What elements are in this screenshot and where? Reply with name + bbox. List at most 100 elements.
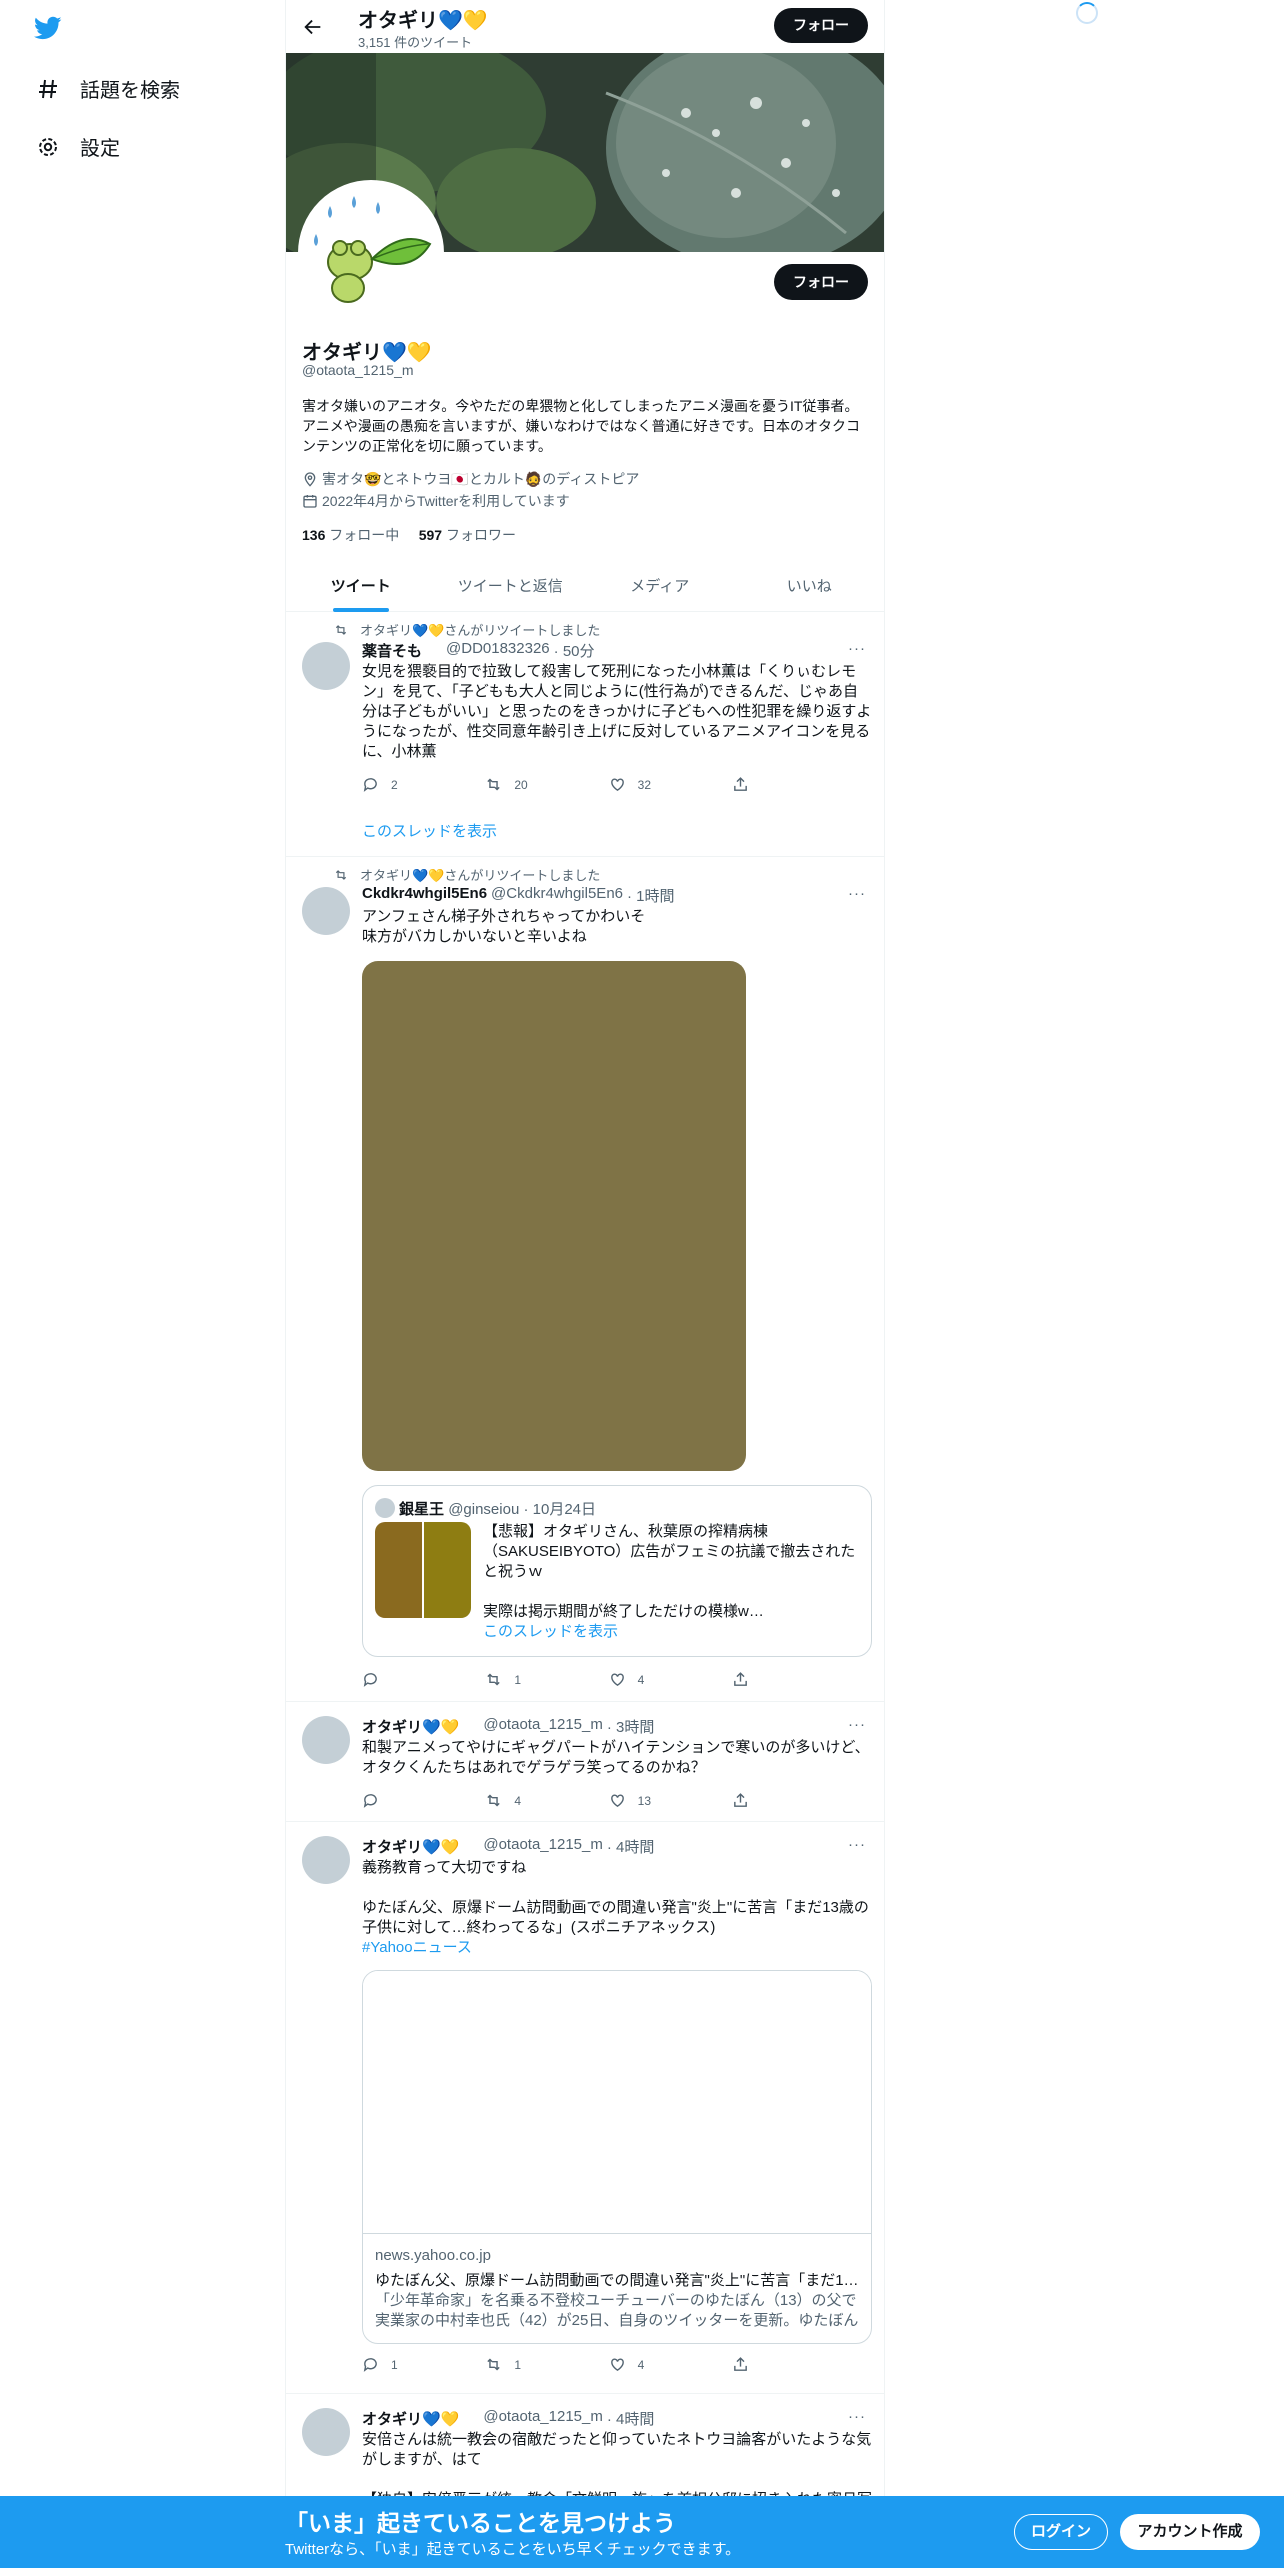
create-account-button[interactable]: アカウント作成 <box>1120 2514 1260 2550</box>
hashtag-icon <box>39 79 57 98</box>
tweet-author-name[interactable]: オタギリ💙💛 <box>362 2408 459 2429</box>
reply-icon <box>363 1673 377 1687</box>
like-button[interactable]: 32 <box>609 776 669 793</box>
back-arrow-icon[interactable] <box>302 16 324 38</box>
retweet-icon <box>487 1794 500 1807</box>
profile-avatar[interactable] <box>298 180 444 326</box>
reply-button[interactable] <box>362 1792 422 1809</box>
tweet-actions: 2 20 32 <box>362 776 792 793</box>
tweet-time[interactable]: · 3時間 <box>607 1716 655 1737</box>
tweet-text: アンフェさん梯子外されちゃってかわいそ 味方がバカしかいないと辛いよね <box>362 908 646 945</box>
share-icon <box>734 1672 747 1686</box>
more-icon[interactable]: ··· <box>848 1836 866 1853</box>
reply-button[interactable]: 1 <box>362 2356 422 2373</box>
tweet[interactable]: オタギリ💙💛 @otaota_1215_m · 3時間 ··· 和製アニメってや… <box>286 1702 884 1822</box>
retweet-button[interactable]: 20 <box>485 776 545 793</box>
quote-show-thread-link[interactable]: このスレッドを表示 <box>483 1622 863 1642</box>
profile-column: オタギリ💙💛 3,151 件のツイート フォロー フォロー オタギリ💙💛 @ot… <box>285 0 885 2568</box>
show-thread-link[interactable]: このスレッドを表示 <box>362 820 497 841</box>
quoted-tweet[interactable]: 銀星王 @ginseiou · 10月24日 【悲報】オタギリさん、秋葉原の搾精… <box>362 1485 872 1657</box>
gear-icon <box>39 137 57 156</box>
twitter-logo-icon[interactable] <box>32 14 64 42</box>
link-card-description: 「少年革命家」を名乗る不登校ユーチューバーのゆたぼん（13）の父で実業家の中村幸… <box>375 2292 859 2329</box>
tweet-time[interactable]: · 50分 <box>554 640 595 661</box>
profile-tabs: ツイート ツイートと返信 メディア いいね <box>286 559 884 612</box>
avatar[interactable] <box>302 1716 350 1764</box>
tweet[interactable]: オタギリ💙💛さんがリツイートしました 薬音そも @DD01832326 · 50… <box>286 612 884 857</box>
tweet-author-handle[interactable]: @otaota_1215_m <box>483 1836 602 1857</box>
tweet-time[interactable]: · 1時間 <box>627 885 675 906</box>
tweet-hashtag[interactable]: #Yahooニュース <box>362 1938 872 1958</box>
tab-tweets-and-replies[interactable]: ツイートと返信 <box>436 559 586 611</box>
profile-follow-button[interactable]: フォロー <box>774 264 868 300</box>
tweet-time[interactable]: · 4時間 <box>607 1836 655 1857</box>
avatar[interactable] <box>302 1836 350 1884</box>
tweet-author-name[interactable]: オタギリ💙💛 <box>362 1716 459 1737</box>
like-count: 4 <box>637 2357 645 2372</box>
tweet-actions: 1 4 <box>362 1671 792 1688</box>
profile-joined: 2022年4月からTwitterを利用しています <box>302 491 570 511</box>
more-icon[interactable]: ··· <box>848 2408 866 2425</box>
tweet[interactable]: オタギリ💙💛 @otaota_1215_m · 4時間 ··· 義務教育って大切… <box>286 1822 884 2394</box>
calendar-icon <box>303 495 317 508</box>
tweet-text-line: 義務教育って大切ですね <box>362 1859 527 1876</box>
tweet-text: 義務教育って大切ですね ゆたぼん父、原爆ドーム訪問動画での間違い発言"炎上"に苦… <box>362 1858 872 1958</box>
link-card-title: ゆたぼん父、原爆ドーム訪問動画での間違い発言"炎上"に苦言「まだ13歳の子供に対… <box>375 2272 861 2289</box>
tab-tweets[interactable]: ツイート <box>286 559 436 611</box>
login-button[interactable]: ログイン <box>1014 2514 1108 2550</box>
retweet-button[interactable]: 4 <box>485 1792 545 1809</box>
profile-follow-stats: 136 フォロー中 597 フォロワー <box>302 525 516 545</box>
avatar[interactable] <box>302 2408 350 2456</box>
tab-likes[interactable]: いいね <box>735 559 885 611</box>
tweet-author-name[interactable]: Ckdkr4whgil5En6 <box>362 885 487 906</box>
reply-button[interactable] <box>362 1671 422 1688</box>
reply-count: 2 <box>391 777 398 792</box>
signup-prompt-bar: 「いま」起きていることを見つけよう Twitterなら、「いま」起きていることを… <box>0 2496 1284 2568</box>
reply-icon <box>363 778 377 792</box>
profile-bio: 害オタ嫌いのアニオタ。今やただの卑猥物と化してしまったアニメ漫画を憂うIT従事者… <box>302 398 861 454</box>
share-button[interactable] <box>732 776 792 793</box>
avatar[interactable] <box>302 642 350 690</box>
like-button[interactable]: 13 <box>609 1792 669 1809</box>
tweet-author-handle[interactable]: @otaota_1215_m <box>483 1716 602 1737</box>
profile-joined-text: 2022年4月からTwitterを利用しています <box>322 493 570 509</box>
like-button[interactable]: 4 <box>609 1671 669 1688</box>
tweet-author-name[interactable]: 薬音そも <box>362 640 422 661</box>
avatar[interactable] <box>302 887 350 935</box>
share-button[interactable] <box>732 1671 792 1688</box>
frog-avatar-image <box>302 184 440 322</box>
share-button[interactable] <box>732 2356 792 2373</box>
tweet-header: Ckdkr4whgil5En6 @Ckdkr4whgil5En6 · 1時間 <box>362 885 675 906</box>
tweet-header: 薬音そも @DD01832326 · 50分 <box>362 640 595 661</box>
more-icon[interactable]: ··· <box>848 1716 866 1733</box>
tweet-time[interactable]: · 4時間 <box>607 2408 655 2429</box>
like-button[interactable]: 4 <box>609 2356 669 2373</box>
quote-author-handle: @ginseiou <box>448 1501 520 1518</box>
following-link[interactable]: 136 フォロー中 <box>302 527 399 543</box>
header-name: オタギリ💙💛 <box>358 10 488 32</box>
share-button[interactable] <box>732 1792 792 1809</box>
tweet-header: オタギリ💙💛 @otaota_1215_m · 4時間 <box>362 2408 654 2429</box>
tweet[interactable]: オタギリ💙💛さんがリツイートしました Ckdkr4whgil5En6 @Ckdk… <box>286 857 884 1702</box>
tweet-media-image[interactable] <box>362 961 746 1471</box>
reply-count: 1 <box>391 2357 398 2372</box>
share-icon <box>734 1793 747 1807</box>
tweet-author-handle[interactable]: @Ckdkr4whgil5En6 <box>491 885 623 906</box>
tweet-author-handle[interactable]: @otaota_1215_m <box>483 2408 602 2429</box>
like-count: 4 <box>637 1672 645 1687</box>
retweet-button[interactable]: 1 <box>485 1671 545 1688</box>
followers-link[interactable]: 597 フォロワー <box>419 527 516 543</box>
link-card[interactable]: news.yahoo.co.jp ゆたぼん父、原爆ドーム訪問動画での間違い発言"… <box>362 1970 872 2344</box>
tweet-text-article: ゆたぼん父、原爆ドーム訪問動画での間違い発言"炎上"に苦言「まだ13歳の子供に対… <box>362 1899 869 1936</box>
tab-media[interactable]: メディア <box>585 559 735 611</box>
header-follow-button[interactable]: フォロー <box>774 8 868 43</box>
more-icon[interactable]: ··· <box>848 640 866 657</box>
nav-settings[interactable]: 設定 <box>36 132 120 161</box>
reply-button[interactable]: 2 <box>362 776 422 793</box>
heart-icon <box>610 2358 624 2372</box>
retweet-button[interactable]: 1 <box>485 2356 545 2373</box>
nav-explore[interactable]: 話題を検索 <box>36 74 180 103</box>
tweet-author-name[interactable]: オタギリ💙💛 <box>362 1836 459 1857</box>
more-icon[interactable]: ··· <box>848 885 866 902</box>
tweet-author-handle[interactable]: @DD01832326 <box>446 640 550 661</box>
